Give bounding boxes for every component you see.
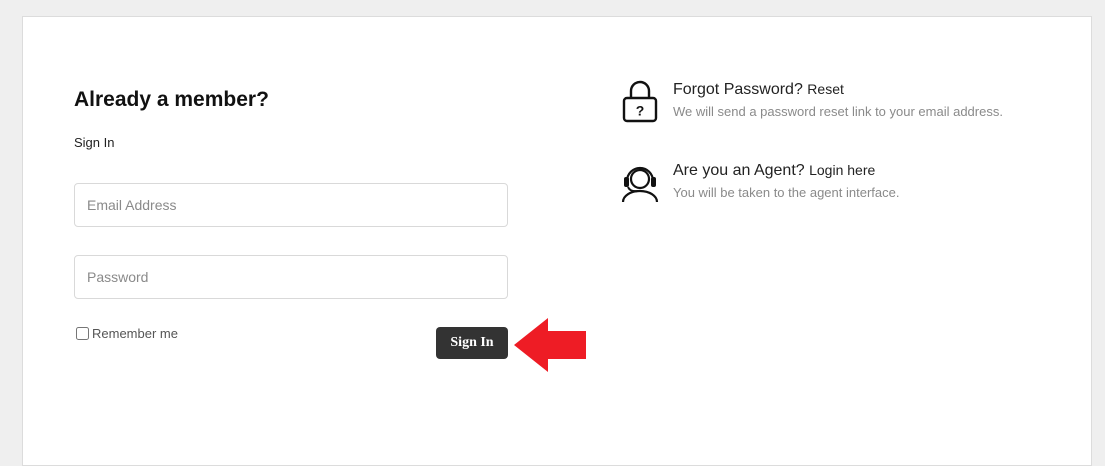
- sign-in-button[interactable]: Sign In: [436, 327, 508, 359]
- remember-me-label: Remember me: [92, 326, 178, 341]
- padlock-question-icon: ?: [622, 80, 658, 123]
- remember-me-checkbox[interactable]: [76, 327, 89, 340]
- headset-agent-icon: [621, 166, 659, 203]
- svg-text:?: ?: [636, 103, 645, 119]
- forgot-password-description: We will send a password reset link to yo…: [673, 104, 1003, 119]
- page-title: Already a member?: [74, 88, 269, 111]
- email-field[interactable]: [74, 183, 508, 227]
- remember-me[interactable]: Remember me: [74, 326, 178, 341]
- agent-title: Are you an Agent?: [673, 162, 805, 179]
- reset-link[interactable]: Reset: [807, 81, 844, 97]
- forgot-password-section: ? Forgot Password? Reset We will send a …: [620, 79, 1003, 123]
- red-arrow-left-icon: [514, 318, 586, 372]
- login-card: Already a member? Sign In Remember me Si…: [22, 16, 1092, 466]
- agent-description: You will be taken to the agent interface…: [673, 185, 900, 200]
- forgot-password-title: Forgot Password?: [673, 81, 803, 98]
- password-field[interactable]: [74, 255, 508, 299]
- sign-in-subheading: Sign In: [74, 135, 115, 150]
- agent-section: Are you an Agent? Login here You will be…: [620, 160, 899, 204]
- agent-login-link[interactable]: Login here: [809, 162, 875, 178]
